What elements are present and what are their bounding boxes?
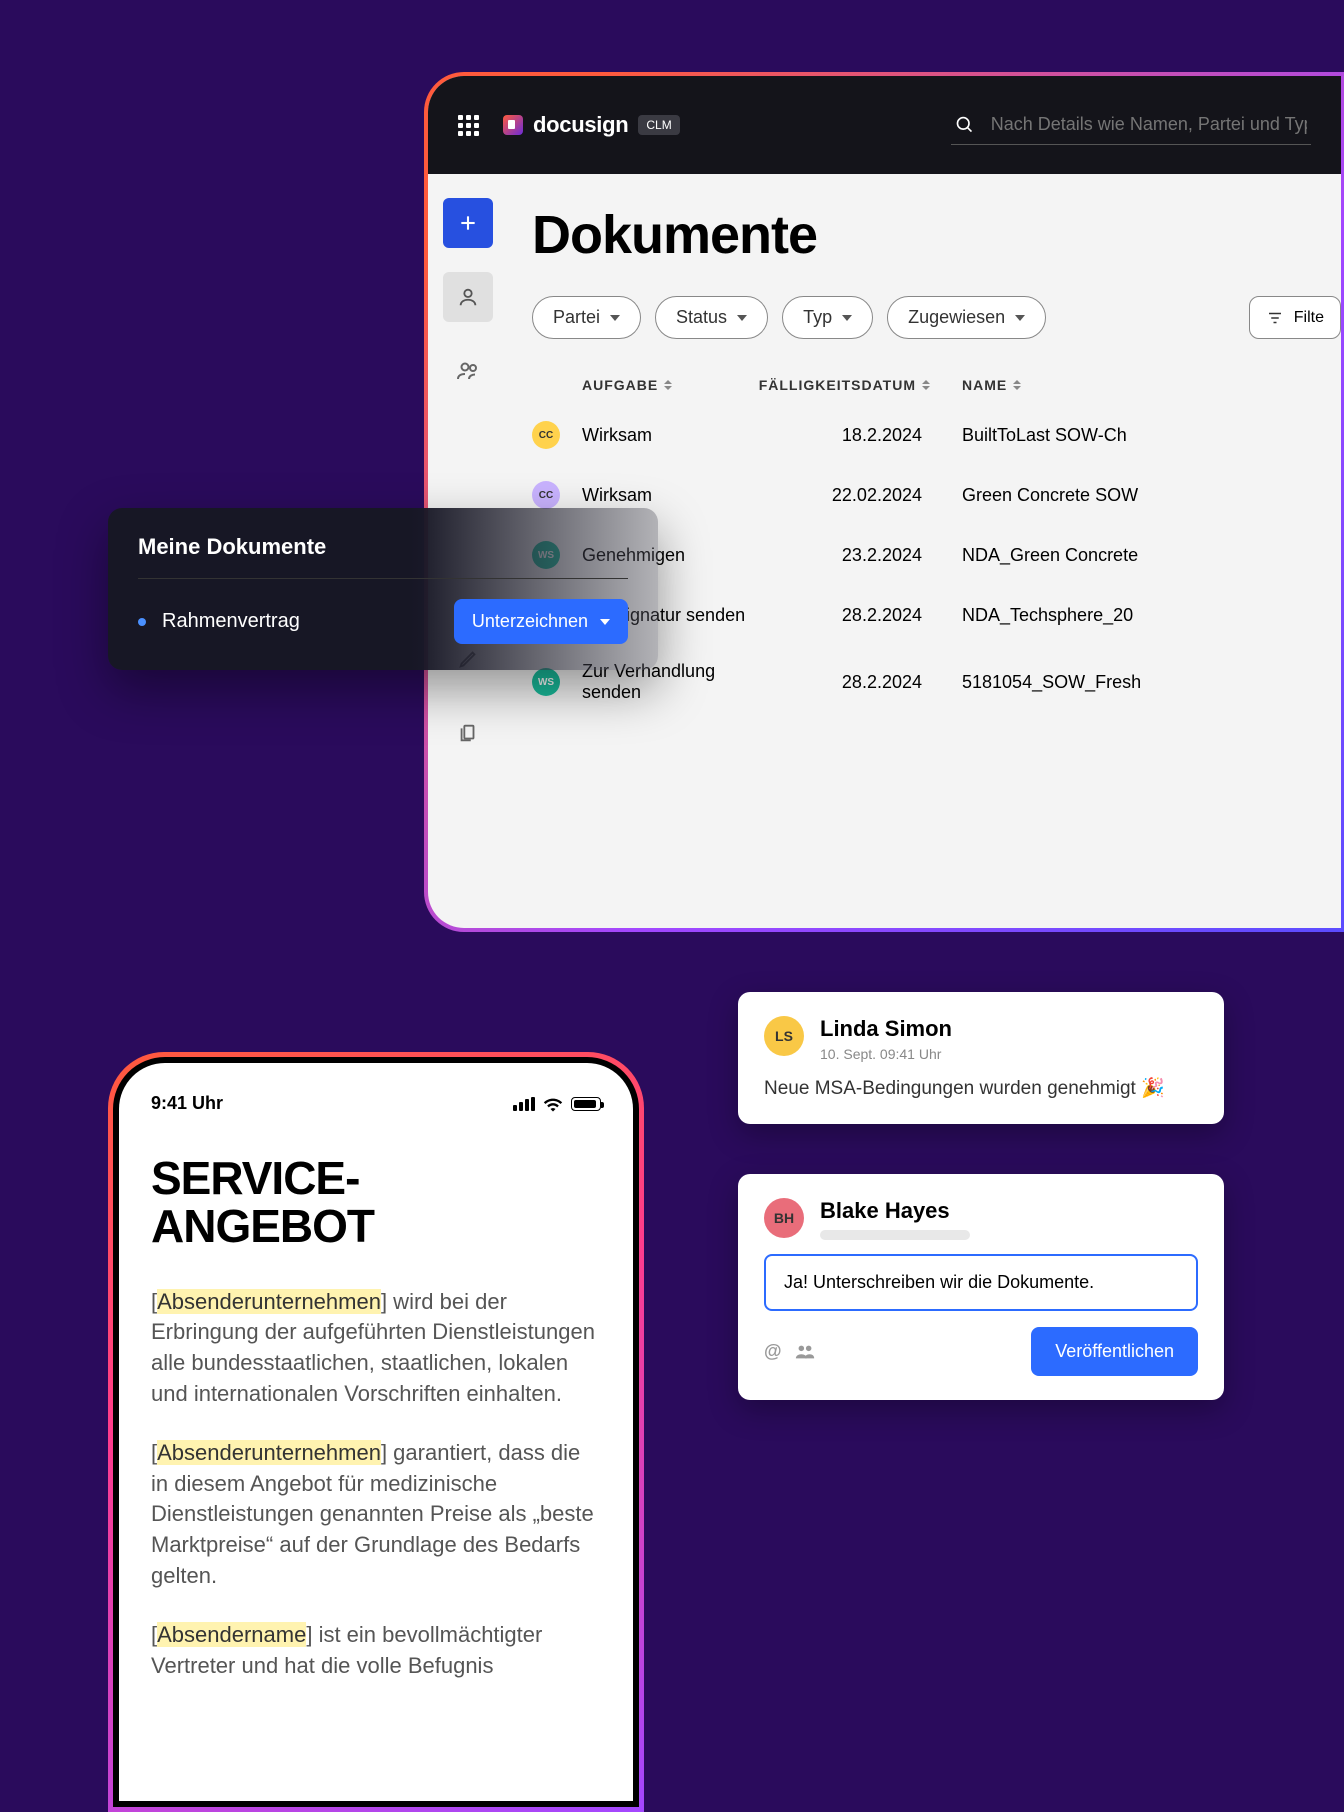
- document-title: SERVICE-ANGEBOT: [151, 1154, 601, 1251]
- clm-app-frame: docusign CLM: [424, 72, 1344, 932]
- comment-body: Neue MSA-Bedingungen wurden genehmigt 🎉: [764, 1076, 1198, 1100]
- cell-date: 22.02.2024: [772, 485, 962, 506]
- phone-screen: 9:41 Uhr SERVICE-ANGEBOT [Absenderuntern…: [119, 1063, 633, 1801]
- brand[interactable]: docusign CLM: [503, 112, 680, 138]
- doc-label: Rahmenvertrag: [162, 610, 300, 633]
- document-paragraph: [Absenderunternehmen] garantiert, dass d…: [151, 1438, 601, 1592]
- filter-partei[interactable]: Partei: [532, 296, 641, 339]
- sign-button[interactable]: Unterzeichnen: [454, 599, 628, 644]
- sort-icon: [922, 380, 930, 390]
- field-highlight[interactable]: Absenderunternehmen: [157, 1440, 381, 1465]
- search-field[interactable]: [951, 106, 1311, 145]
- chevron-down-icon: [600, 619, 610, 625]
- cell-aufgabe: Wirksam: [582, 425, 772, 446]
- row-avatar: CC: [532, 421, 560, 449]
- commenter-name: Blake Hayes: [820, 1198, 970, 1224]
- table-row[interactable]: CC Wirksam 18.2.2024 BuiltToLast SOW-Ch: [532, 405, 1341, 465]
- cell-name: BuiltToLast SOW-Ch: [962, 425, 1341, 446]
- my-documents-card: Meine Dokumente Rahmenvertrag Unterzeich…: [108, 508, 658, 670]
- status-time: 9:41 Uhr: [151, 1093, 223, 1114]
- col-faellig[interactable]: FÄLLIGKEITSDATUM: [772, 377, 962, 393]
- person-icon: [457, 286, 479, 308]
- skeleton-line: [820, 1230, 970, 1240]
- cell-name: Green Concrete SOW: [962, 485, 1341, 506]
- sort-icon: [1013, 380, 1021, 390]
- filter-row: Partei Status Typ Zugewiesen Filte: [532, 296, 1341, 339]
- chevron-down-icon: [1015, 315, 1025, 321]
- sort-icon: [664, 380, 672, 390]
- filter-button[interactable]: Filte: [1249, 296, 1341, 339]
- cell-name: 5181054_SOW_Fresh: [962, 672, 1341, 693]
- row-avatar: CC: [532, 481, 560, 509]
- rail-person[interactable]: [443, 272, 493, 322]
- field-highlight[interactable]: Absenderunternehmen: [157, 1289, 381, 1314]
- chevron-down-icon: [737, 315, 747, 321]
- rail-people[interactable]: [443, 346, 493, 396]
- commenter-name: Linda Simon: [820, 1016, 952, 1042]
- cell-name: NDA_Green Concrete: [962, 545, 1341, 566]
- phone-frame: 9:41 Uhr SERVICE-ANGEBOT [Absenderuntern…: [108, 1052, 644, 1812]
- topbar: docusign CLM: [428, 76, 1341, 174]
- field-highlight[interactable]: Absendername: [157, 1622, 306, 1647]
- row-avatar: WS: [532, 668, 560, 696]
- cell-date: 18.2.2024: [772, 425, 962, 446]
- people-icon[interactable]: [794, 1341, 816, 1363]
- avatar: BH: [764, 1198, 804, 1238]
- mention-icon[interactable]: @: [764, 1341, 782, 1362]
- clm-app-window: docusign CLM: [428, 76, 1341, 928]
- battery-icon: [571, 1097, 601, 1111]
- doc-row[interactable]: Rahmenvertrag Unterzeichnen: [138, 599, 628, 644]
- plus-icon: [458, 213, 478, 233]
- chevron-down-icon: [610, 315, 620, 321]
- cell-aufgabe: Wirksam: [582, 485, 772, 506]
- document-paragraph: [Absendername] ist ein bevollmächtigter …: [151, 1620, 601, 1682]
- comment-input[interactable]: Ja! Unterschreiben wir die Dokumente.: [764, 1254, 1198, 1311]
- cell-date: 23.2.2024: [772, 545, 962, 566]
- comment-card: LS Linda Simon 10. Sept. 09:41 Uhr Neue …: [738, 992, 1224, 1124]
- filter-zugewiesen[interactable]: Zugewiesen: [887, 296, 1046, 339]
- cell-date: 28.2.2024: [772, 605, 962, 626]
- comment-time: 10. Sept. 09:41 Uhr: [820, 1046, 952, 1062]
- my-documents-title: Meine Dokumente: [138, 534, 628, 579]
- wifi-icon: [543, 1096, 563, 1112]
- brand-logo-icon: [503, 115, 523, 135]
- cell-name: NDA_Techsphere_20: [962, 605, 1341, 626]
- chevron-down-icon: [842, 315, 852, 321]
- rail-docs[interactable]: [443, 708, 493, 758]
- brand-product-pill: CLM: [638, 115, 679, 135]
- search-input[interactable]: [991, 114, 1307, 135]
- app-grid-icon[interactable]: [458, 115, 479, 136]
- brand-text: docusign: [533, 112, 628, 138]
- document-paragraph: [Absenderunternehmen] wird bei der Erbri…: [151, 1287, 601, 1410]
- search-icon: [955, 114, 975, 136]
- filter-typ[interactable]: Typ: [782, 296, 873, 339]
- filter-status[interactable]: Status: [655, 296, 768, 339]
- phone-statusbar: 9:41 Uhr: [151, 1093, 601, 1114]
- avatar: LS: [764, 1016, 804, 1056]
- comment-card-reply: BH Blake Hayes Ja! Unterschreiben wir di…: [738, 1174, 1224, 1400]
- new-button[interactable]: [443, 198, 493, 248]
- col-aufgabe[interactable]: AUFGABE: [582, 377, 772, 393]
- cellular-icon: [513, 1097, 535, 1111]
- status-dot-icon: [138, 618, 146, 626]
- publish-button[interactable]: Veröffentlichen: [1031, 1327, 1198, 1376]
- filter-icon: [1266, 309, 1284, 327]
- col-name[interactable]: NAME: [962, 377, 1341, 393]
- cell-date: 28.2.2024: [772, 672, 962, 693]
- documents-icon: [457, 722, 479, 744]
- people-icon: [456, 359, 480, 383]
- table-header: AUFGABE FÄLLIGKEITSDATUM NAME: [532, 365, 1341, 405]
- page-title: Dokumente: [532, 204, 1341, 266]
